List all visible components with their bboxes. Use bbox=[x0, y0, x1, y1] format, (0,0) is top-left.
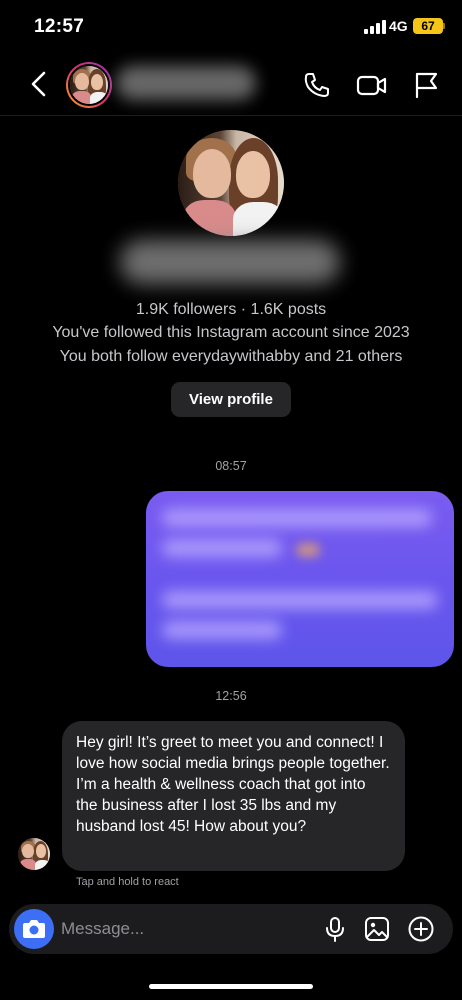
received-message[interactable]: Hey girl! It’s greet to meet you and con… bbox=[62, 721, 405, 871]
timestamp: 08:57 bbox=[215, 459, 247, 473]
video-icon[interactable] bbox=[356, 70, 388, 100]
status-time: 12:57 bbox=[34, 16, 85, 37]
sender-avatar[interactable] bbox=[18, 838, 50, 870]
profile-name-redacted bbox=[120, 240, 340, 284]
mutual-followers: You both follow everydaywithabby and 21 … bbox=[59, 348, 403, 365]
timestamp: 12:56 bbox=[215, 689, 247, 703]
profile-stats: 1.9K followers · 1.6K posts bbox=[135, 301, 327, 318]
header-name-redacted[interactable] bbox=[116, 66, 256, 100]
gallery-icon[interactable] bbox=[363, 915, 391, 943]
back-icon[interactable] bbox=[24, 68, 54, 100]
battery-tip bbox=[443, 23, 445, 29]
signal-icon bbox=[364, 20, 386, 34]
view-profile-button[interactable]: View profile bbox=[171, 382, 291, 417]
message-composer bbox=[9, 904, 453, 954]
received-message-text: Hey girl! It’s greet to meet you and con… bbox=[76, 734, 390, 835]
home-indicator[interactable] bbox=[149, 984, 313, 989]
sent-message-redacted[interactable] bbox=[146, 491, 454, 667]
phone-icon[interactable] bbox=[302, 70, 332, 100]
camera-icon bbox=[23, 920, 45, 938]
react-hint: Tap and hold to react bbox=[76, 876, 179, 888]
battery-icon: 67 bbox=[413, 18, 443, 34]
header-avatar[interactable] bbox=[66, 62, 112, 108]
status-bar: 12:57 4G 67 bbox=[0, 0, 462, 52]
profile-avatar[interactable] bbox=[178, 130, 284, 236]
flag-icon[interactable] bbox=[412, 70, 442, 100]
chat-header bbox=[0, 52, 462, 116]
network-label: 4G bbox=[389, 18, 408, 34]
plus-icon[interactable] bbox=[407, 915, 435, 943]
message-input[interactable] bbox=[61, 914, 311, 944]
followed-since: You've followed this Instagram account s… bbox=[52, 324, 410, 341]
camera-button[interactable] bbox=[14, 909, 54, 949]
microphone-icon[interactable] bbox=[321, 915, 349, 943]
